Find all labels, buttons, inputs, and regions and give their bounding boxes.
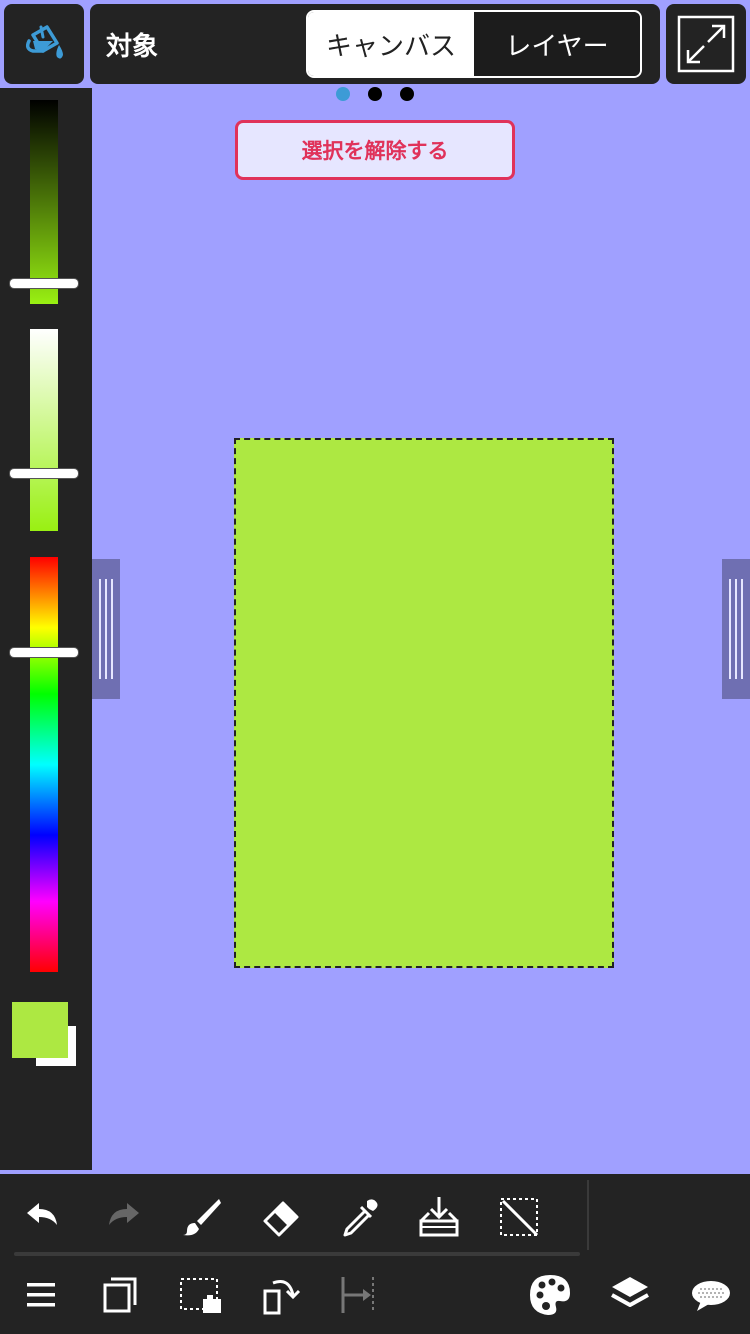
page-dot[interactable] (400, 87, 414, 101)
transform-icon (263, 1280, 301, 1315)
eyedropper-button[interactable] (324, 1182, 394, 1252)
undo-button[interactable] (8, 1182, 78, 1252)
transform-button[interactable] (246, 1260, 316, 1330)
brightness-slider[interactable] (30, 100, 58, 304)
layers-icon (611, 1277, 649, 1307)
grip-lines (99, 579, 113, 679)
snap-icon (341, 1277, 374, 1313)
clear-selection-button[interactable] (484, 1182, 554, 1252)
redo-button[interactable] (88, 1182, 158, 1252)
saturation-slider-handle[interactable] (10, 469, 78, 478)
snap-button[interactable] (324, 1260, 394, 1330)
eraser-button[interactable] (246, 1182, 316, 1252)
undo-icon (27, 1203, 57, 1225)
target-label: 対象 (106, 32, 159, 62)
layers-button[interactable] (595, 1260, 665, 1330)
toolbar-row-divider (14, 1252, 580, 1256)
fill-tool-button[interactable] (4, 4, 84, 84)
paint-bucket-icon (25, 25, 63, 59)
right-panel-handle[interactable] (722, 559, 750, 699)
grip-lines (729, 579, 743, 679)
hue-slider[interactable] (30, 557, 58, 972)
copy-layer-button[interactable] (86, 1260, 156, 1330)
expand-arrows-icon (677, 15, 735, 73)
bottom-toolbar (0, 1174, 750, 1334)
brush-icon (183, 1199, 221, 1236)
eyedropper-icon (343, 1199, 378, 1237)
selection-move-icon (180, 1278, 221, 1313)
palette-icon (530, 1275, 570, 1315)
redo-icon (109, 1203, 139, 1225)
saturation-slider[interactable] (30, 329, 58, 531)
selection-move-button[interactable] (166, 1260, 236, 1330)
eraser-icon (263, 1201, 299, 1237)
hue-slider-handle[interactable] (10, 648, 78, 657)
color-panel (0, 88, 92, 1170)
import-tray-icon (419, 1197, 459, 1237)
top-bar: 対象 キャンバス レイヤー (0, 0, 750, 88)
chat-button[interactable] (676, 1260, 746, 1330)
brush-button[interactable] (166, 1182, 236, 1252)
fullscreen-button[interactable] (666, 4, 746, 84)
palette-button[interactable] (515, 1260, 585, 1330)
import-button[interactable] (404, 1182, 474, 1252)
selection-marquee (234, 438, 614, 968)
left-panel-handle[interactable] (92, 559, 120, 699)
page-dot-active[interactable] (336, 87, 350, 101)
brightness-slider-handle[interactable] (10, 279, 78, 288)
layers-duplicate-icon (103, 1277, 137, 1313)
menu-icon (27, 1283, 55, 1307)
primary-color-swatch[interactable] (12, 1002, 68, 1058)
page-indicator (0, 86, 750, 102)
speech-bubble-icon (692, 1281, 730, 1311)
segment-layer[interactable]: レイヤー (474, 12, 640, 76)
drawing-canvas[interactable] (234, 438, 614, 968)
toolbar-divider (587, 1180, 589, 1250)
deselect-button[interactable]: 選択を解除する (235, 120, 515, 180)
segment-canvas[interactable]: キャンバス (308, 12, 474, 76)
menu-button[interactable] (6, 1260, 76, 1330)
target-segmented-control: キャンバス レイヤー (306, 10, 642, 78)
target-panel: 対象 キャンバス レイヤー (90, 4, 660, 84)
clear-selection-icon (500, 1198, 539, 1237)
page-dot[interactable] (368, 87, 382, 101)
